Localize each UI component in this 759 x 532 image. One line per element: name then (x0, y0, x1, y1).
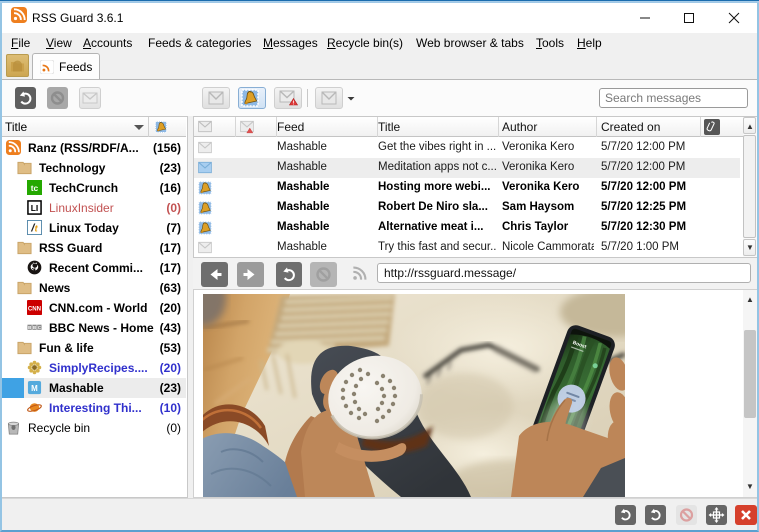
svg-text:tc: tc (31, 183, 39, 193)
svg-text:M: M (31, 384, 38, 393)
svg-text:!: ! (293, 101, 295, 107)
svg-text:B: B (33, 325, 36, 330)
svg-text:B: B (28, 325, 31, 330)
svg-text:CNN: CNN (28, 305, 41, 312)
svg-text:C: C (38, 325, 41, 330)
svg-text:LI: LI (31, 203, 38, 213)
